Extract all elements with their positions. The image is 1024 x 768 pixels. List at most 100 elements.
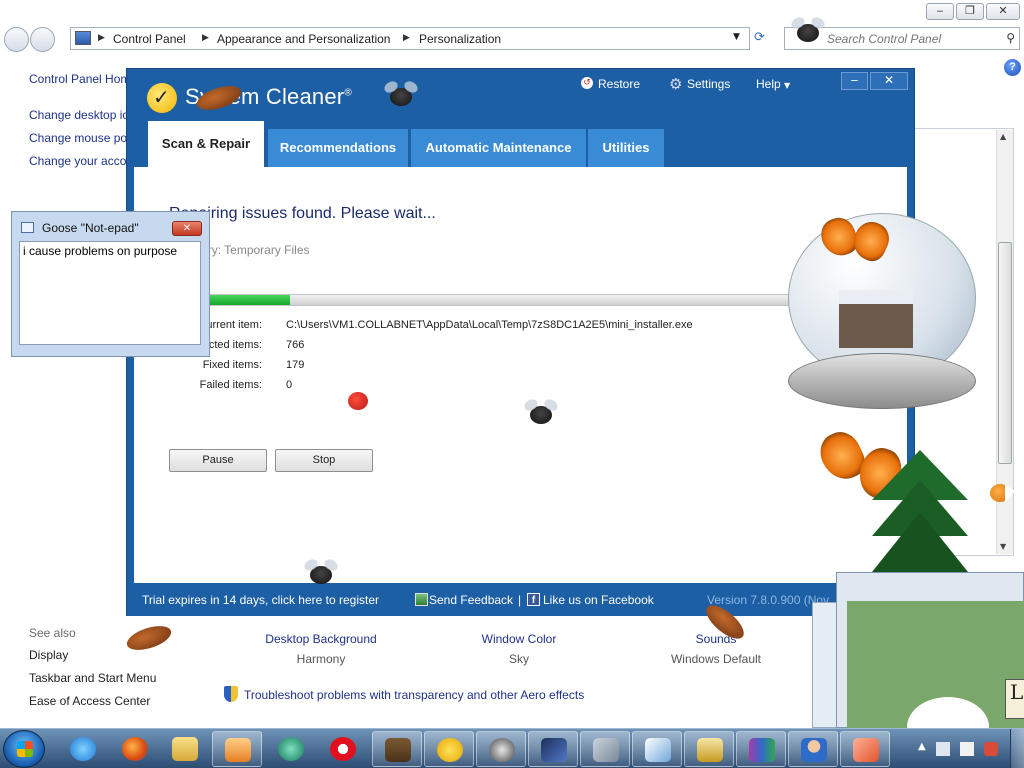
- scroll-down-icon[interactable]: ▼: [1000, 542, 1006, 551]
- back-button[interactable]: [4, 27, 29, 52]
- pause-button[interactable]: Pause: [169, 449, 267, 472]
- taskbar-speedometer[interactable]: [476, 731, 526, 767]
- browser-icon: [278, 737, 304, 761]
- control-panel-icon: [75, 31, 91, 45]
- facebook-icon: f: [527, 593, 540, 606]
- taskbar-media-player[interactable]: [212, 731, 262, 767]
- taskbar-system-cleaner[interactable]: [424, 731, 474, 767]
- minecraft-icon: [385, 738, 411, 762]
- scroll-up-icon[interactable]: ▲: [1000, 132, 1006, 141]
- maximize-button[interactable]: ❐: [956, 3, 984, 20]
- network-icon[interactable]: [936, 742, 950, 756]
- stop-button[interactable]: Stop: [275, 449, 373, 472]
- taskbar-internet-explorer[interactable]: [58, 731, 108, 767]
- minimize-button[interactable]: ‒: [841, 72, 868, 90]
- taskbar-user[interactable]: [788, 731, 838, 767]
- help-label[interactable]: Help: [756, 77, 781, 91]
- ladybug-image: [348, 392, 368, 410]
- chevron-right-icon[interactable]: ▶: [202, 33, 209, 43]
- theme-window-color[interactable]: Window Color Sky: [470, 632, 568, 666]
- selected-items-value: 766: [286, 339, 305, 351]
- volume-muted-icon[interactable]: [984, 742, 998, 756]
- restore-icon[interactable]: ↺: [581, 77, 593, 89]
- minimize-button[interactable]: ‒: [926, 3, 954, 20]
- close-button[interactable]: ✕: [986, 3, 1020, 20]
- help-icon[interactable]: ?: [1004, 59, 1021, 76]
- close-button[interactable]: ✕: [870, 72, 908, 90]
- breadcrumb-appearance[interactable]: Appearance and Personalization: [217, 32, 390, 46]
- scroll-thumb[interactable]: [998, 242, 1012, 464]
- theme-desktop-background[interactable]: Desktop Background Harmony: [262, 632, 380, 666]
- help-menu[interactable]: Help ▼: [756, 77, 790, 91]
- send-feedback-link[interactable]: Send Feedback: [429, 593, 513, 607]
- flag-icon[interactable]: [960, 742, 974, 756]
- refresh-icon[interactable]: ⟳: [754, 30, 772, 48]
- taskbar-cleanup[interactable]: [684, 731, 734, 767]
- taskbar-winrar[interactable]: [736, 731, 786, 767]
- taskbar-paint[interactable]: [632, 731, 682, 767]
- tab-automatic-maintenance[interactable]: Automatic Maintenance: [411, 129, 586, 167]
- show-desktop-button[interactable]: [1010, 729, 1024, 768]
- breadcrumb-control-panel[interactable]: Control Panel: [113, 32, 186, 46]
- fixed-items-label: Fixed items:: [202, 359, 262, 371]
- tab-recommendations[interactable]: Recommendations: [268, 129, 408, 167]
- notepad-textarea[interactable]: [19, 241, 201, 345]
- folder-icon: [172, 737, 198, 761]
- taskbar-eraser[interactable]: [840, 731, 890, 767]
- tray-overflow-icon[interactable]: ▲: [918, 741, 926, 752]
- fly-image: [390, 88, 412, 106]
- fly-image: [530, 406, 552, 424]
- settings-link[interactable]: Settings: [687, 77, 730, 91]
- see-also-taskbar[interactable]: Taskbar and Start Menu: [29, 671, 156, 685]
- breadcrumb-personalization[interactable]: Personalization: [419, 32, 501, 46]
- registered-mark: ®: [344, 87, 352, 99]
- search-icon[interactable]: ⚲: [1006, 31, 1015, 45]
- start-button[interactable]: [3, 730, 45, 768]
- search-input[interactable]: [827, 28, 997, 49]
- facebook-link[interactable]: Like us on Facebook: [543, 593, 654, 607]
- media-player-icon: [225, 738, 251, 762]
- monitor-icon: [541, 738, 567, 762]
- sign: Lo: [1005, 679, 1024, 719]
- winrar-icon: [749, 738, 775, 762]
- close-button[interactable]: ✕: [172, 221, 202, 236]
- trial-register-link[interactable]: Trial expires in 14 days, click here to …: [142, 593, 379, 607]
- footer-separator: |: [518, 593, 522, 607]
- troubleshoot-link[interactable]: Troubleshoot problems with transparency …: [244, 688, 584, 702]
- address-bar[interactable]: ▶ Control Panel ▶ Appearance and Persona…: [70, 27, 750, 50]
- firefox-icon: [122, 737, 148, 761]
- chevron-down-icon[interactable]: ▼: [733, 32, 740, 42]
- taskbar-opera[interactable]: [318, 731, 368, 767]
- restore-link[interactable]: Restore: [598, 77, 640, 91]
- navigation-bar: ▶ Control Panel ▶ Appearance and Persona…: [0, 24, 1024, 54]
- theme-sounds[interactable]: Sounds Windows Default: [666, 632, 766, 666]
- tab-utilities[interactable]: Utilities: [588, 129, 664, 167]
- taskbar-windows-explorer[interactable]: [160, 731, 210, 767]
- eraser-icon: [853, 738, 879, 762]
- taskbar-firefox[interactable]: [110, 731, 160, 767]
- taskbar-minecraft[interactable]: [372, 731, 422, 767]
- theme-title[interactable]: Desktop Background: [262, 632, 380, 646]
- taskbar: ▲: [0, 728, 1024, 768]
- search-box[interactable]: ⚲: [784, 27, 1020, 50]
- goose-game-window[interactable]: Lo: [836, 572, 1024, 757]
- goose-notepad-window[interactable]: Goose "Not-epad" ✕: [11, 211, 210, 357]
- system-cleaner-icon: [437, 738, 463, 762]
- see-also-ease-of-access[interactable]: Ease of Access Center: [29, 694, 150, 708]
- sidebar-link-home[interactable]: Control Panel Home: [29, 72, 137, 86]
- forward-button[interactable]: [30, 27, 55, 52]
- butterfly-image: [816, 213, 895, 274]
- see-also-display[interactable]: Display: [29, 648, 68, 662]
- chevron-right-icon[interactable]: ▶: [98, 33, 105, 43]
- taskbar-chain[interactable]: [580, 731, 630, 767]
- chevron-right-icon[interactable]: ▶: [403, 33, 410, 43]
- fixed-items-value: 179: [286, 359, 305, 371]
- theme-title[interactable]: Sounds: [666, 632, 766, 646]
- theme-title[interactable]: Window Color: [470, 632, 568, 646]
- chevron-down-icon[interactable]: ▼: [784, 81, 790, 90]
- taskbar-monitor[interactable]: [528, 731, 578, 767]
- tab-scan-repair[interactable]: Scan & Repair: [148, 121, 264, 167]
- taskbar-browser[interactable]: [266, 731, 316, 767]
- gear-icon[interactable]: ⚙: [669, 75, 682, 93]
- game-canvas[interactable]: Lo: [847, 601, 1024, 757]
